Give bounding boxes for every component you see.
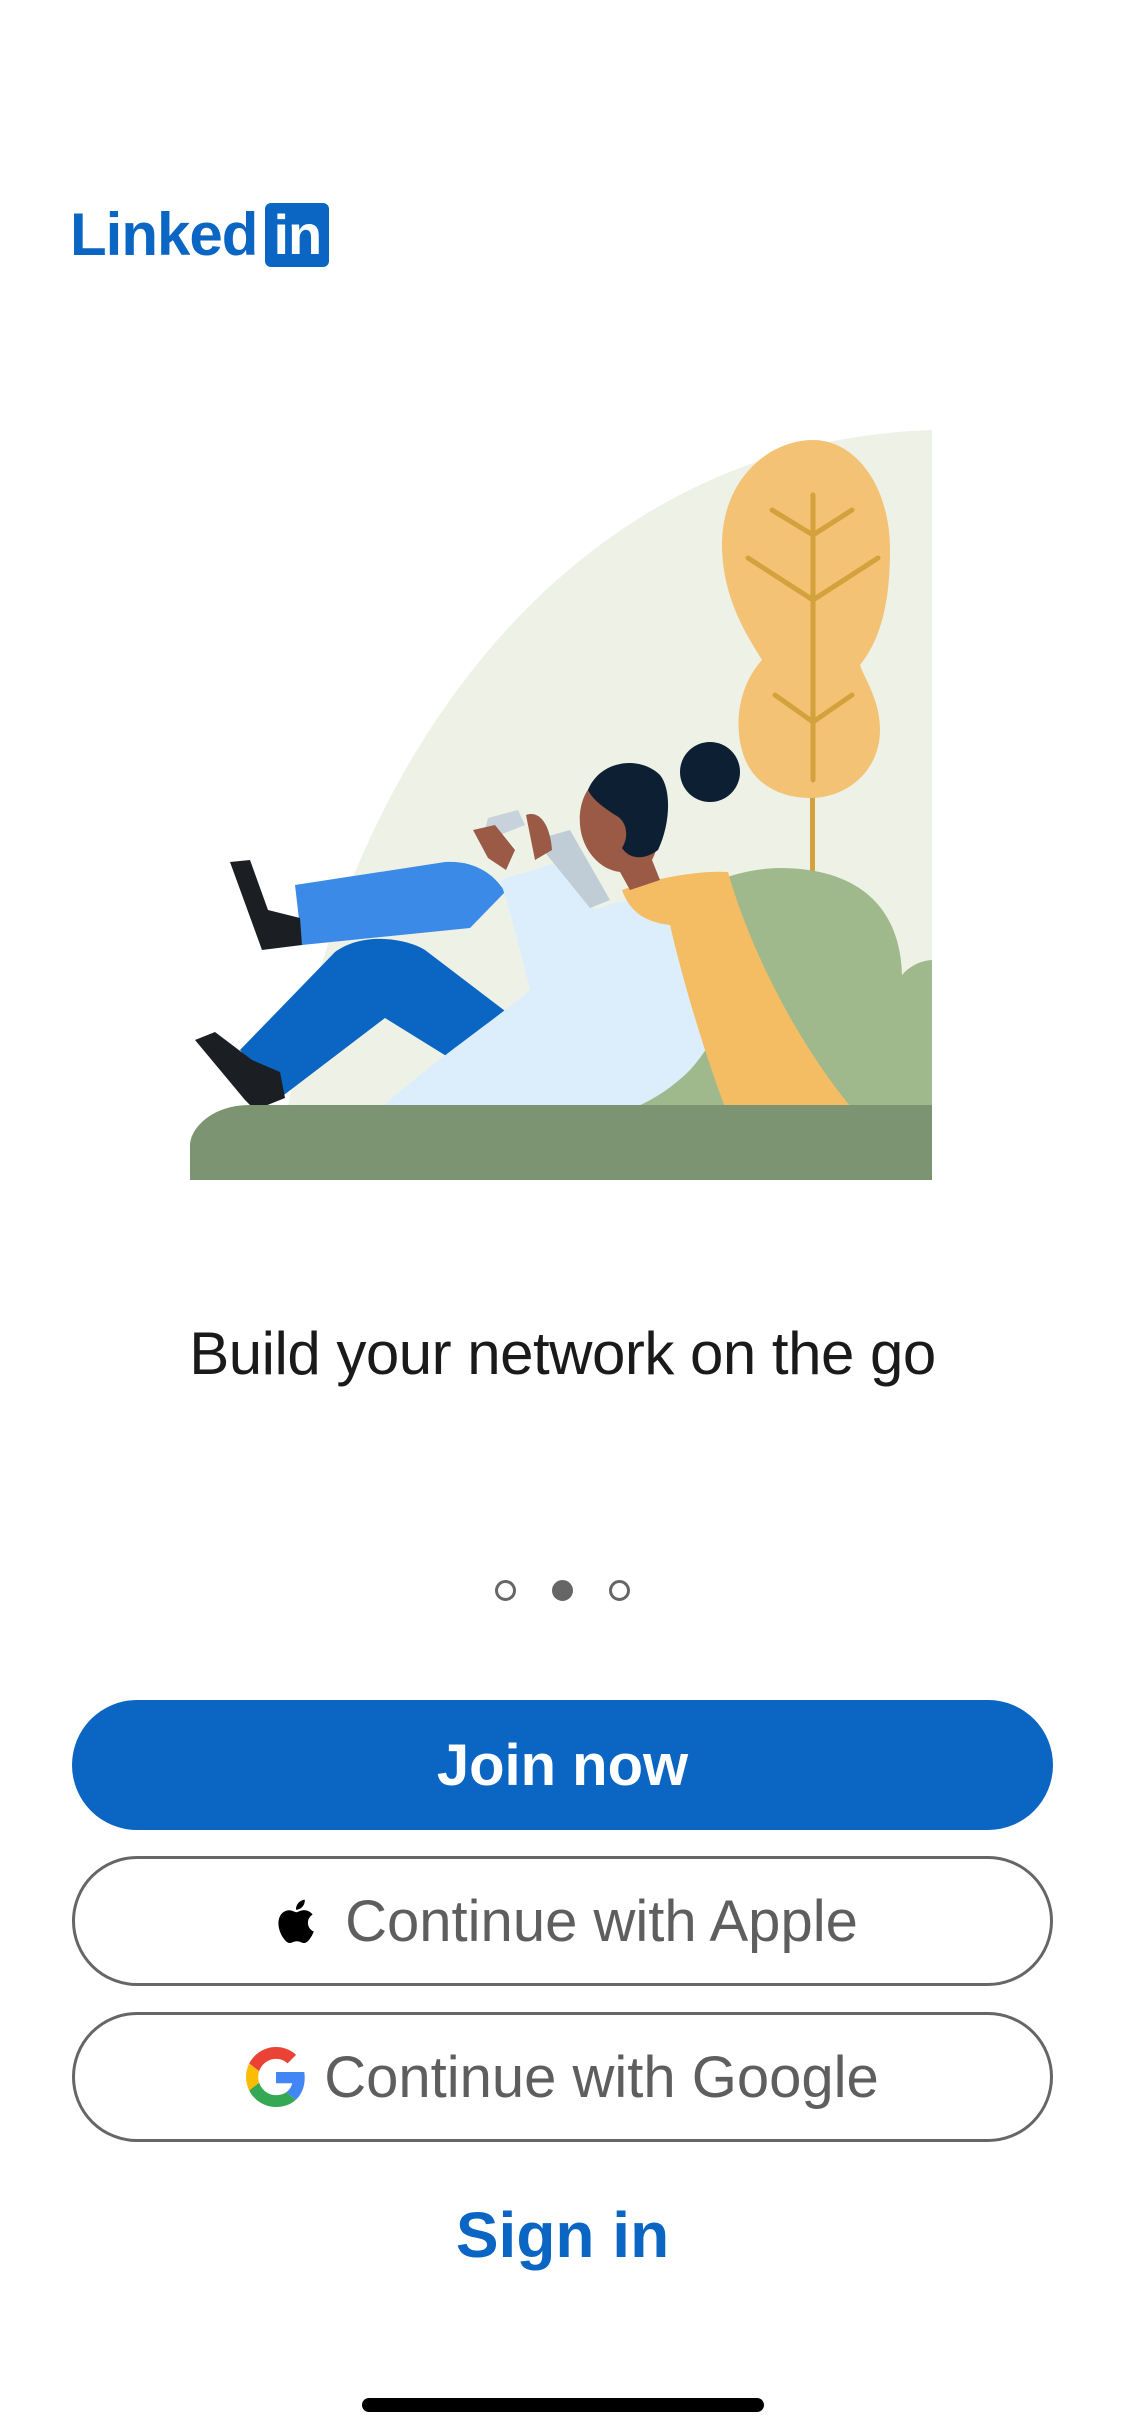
- join-now-label: Join now: [436, 1732, 689, 1798]
- continue-with-apple-button[interactable]: Continue with Apple: [72, 1856, 1053, 1986]
- continue-with-apple-label: Continue with Apple: [345, 1888, 858, 1954]
- apple-logo-icon: [278, 1899, 314, 1944]
- continue-with-google-button[interactable]: Continue with Google: [72, 2012, 1053, 2142]
- join-now-button[interactable]: Join now: [72, 1700, 1053, 1830]
- google-logo-icon: [246, 2047, 305, 2107]
- logo-in-box: in: [265, 203, 330, 267]
- linkedin-logo: Linked in: [70, 201, 330, 268]
- page-dot[interactable]: [609, 1580, 630, 1601]
- onboarding-illustration: [190, 430, 932, 1180]
- continue-with-google-label: Continue with Google: [324, 2044, 879, 2110]
- home-indicator: [362, 2398, 764, 2412]
- sign-in-link[interactable]: Sign in: [0, 2195, 1125, 2275]
- page-dot-active[interactable]: [552, 1580, 573, 1601]
- page-indicator[interactable]: [0, 1580, 1125, 1601]
- page-dot[interactable]: [495, 1580, 516, 1601]
- ground: [190, 1105, 932, 1180]
- onboarding-headline: Build your network on the go: [189, 1320, 936, 1387]
- logo-wordmark: Linked: [70, 201, 258, 268]
